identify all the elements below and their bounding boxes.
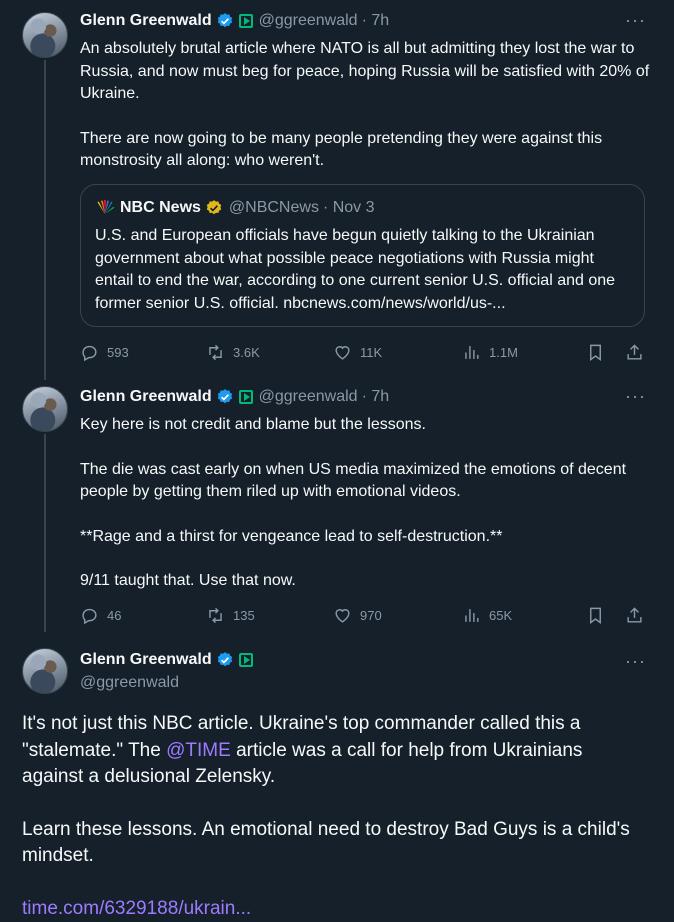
reply-count: 593 (107, 345, 129, 360)
views-count: 65K (489, 608, 512, 623)
like-button[interactable]: 970 (333, 606, 382, 625)
tweet-paragraph: It's not just this NBC article. Ukraine'… (22, 711, 647, 791)
views-icon (462, 343, 481, 362)
mention-link[interactable]: @TIME (166, 740, 231, 761)
views-button[interactable]: 1.1M (462, 343, 518, 362)
avatar[interactable] (22, 386, 68, 432)
heart-icon (333, 606, 352, 625)
like-count: 970 (360, 608, 382, 623)
subscription-icon (239, 14, 253, 28)
reply-icon (80, 606, 99, 625)
author-handle[interactable]: @ggreenwald (80, 674, 179, 692)
tweet-text: Key here is not credit and blame but the… (80, 414, 650, 593)
repost-button[interactable]: 135 (206, 606, 255, 625)
quote-text: U.S. and European officials have begun q… (95, 225, 625, 315)
subscription-icon (239, 653, 253, 667)
tweet-paragraph: The die was cast early on when US media … (80, 459, 650, 504)
author-handle[interactable]: @ggreenwald (259, 388, 358, 406)
tweet-header: Glenn Greenwald @ggreenwald · 7h (80, 388, 389, 406)
tweet-paragraph: Learn these lessons. An emotional need t… (22, 817, 647, 870)
timestamp[interactable]: · 7h (362, 388, 390, 406)
bookmark-icon (586, 606, 605, 625)
quote-header: NBC News @NBCNews · Nov 3 (95, 199, 375, 217)
reply-button[interactable]: 46 (80, 606, 121, 625)
thread-line (44, 434, 46, 632)
quoted-tweet[interactable]: NBC News @NBCNews · Nov 3 U.S. and Europ… (80, 184, 645, 327)
like-button[interactable]: 11K (333, 343, 382, 362)
avatar[interactable] (22, 648, 68, 694)
reply-icon (80, 343, 99, 362)
action-bar: 593 3.6K 11K 1.1M (80, 340, 645, 364)
tweet-paragraph: There are now going to be many people pr… (80, 128, 650, 173)
verified-badge-icon (216, 12, 234, 30)
more-options-icon[interactable]: ··· (625, 651, 646, 672)
share-icon (625, 606, 644, 625)
tweet-paragraph: 9/11 taught that. Use that now. (80, 570, 650, 593)
author-name[interactable]: Glenn Greenwald (80, 12, 212, 30)
verified-badge-icon (216, 651, 234, 669)
bookmark-button[interactable] (586, 606, 605, 625)
bookmark-button[interactable] (586, 343, 605, 362)
repost-count: 135 (233, 608, 255, 623)
share-button[interactable] (625, 343, 644, 362)
nbc-peacock-icon (95, 200, 115, 216)
more-options-icon[interactable]: ··· (625, 10, 646, 31)
tweet-header: Glenn Greenwald (80, 651, 253, 669)
tweet-paragraph: An absolutely brutal article where NATO … (80, 38, 650, 106)
tweet-text: An absolutely brutal article where NATO … (80, 38, 650, 173)
share-button[interactable] (625, 606, 644, 625)
author-name[interactable]: Glenn Greenwald (80, 388, 212, 406)
repost-icon (206, 606, 225, 625)
heart-icon (333, 343, 352, 362)
action-bar: 46 135 970 65K (80, 603, 645, 627)
author-handle[interactable]: @ggreenwald (259, 12, 358, 30)
bookmark-icon (586, 343, 605, 362)
views-button[interactable]: 65K (462, 606, 512, 625)
tweet-paragraph: Key here is not credit and blame but the… (80, 414, 650, 437)
views-icon (462, 606, 481, 625)
repost-count: 3.6K (233, 345, 260, 360)
subscription-icon (239, 390, 253, 404)
tweet-header: Glenn Greenwald @ggreenwald · 7h (80, 12, 389, 30)
tweet-paragraph: **Rage and a thirst for vengeance lead t… (80, 526, 650, 549)
share-icon (625, 343, 644, 362)
quote-timestamp: · Nov 3 (323, 199, 375, 217)
tweet-text: It's not just this NBC article. Ukraine'… (22, 711, 647, 922)
repost-icon (206, 343, 225, 362)
reply-count: 46 (107, 608, 121, 623)
like-count: 11K (360, 345, 382, 360)
avatar[interactable] (22, 12, 68, 58)
views-count: 1.1M (489, 345, 518, 360)
more-options-icon[interactable]: ··· (625, 386, 646, 407)
timestamp[interactable]: · 7h (362, 12, 390, 30)
thread-line (44, 60, 46, 380)
repost-button[interactable]: 3.6K (206, 343, 260, 362)
article-link[interactable]: time.com/6329188/ukrain... (22, 896, 647, 922)
author-name[interactable]: Glenn Greenwald (80, 651, 212, 669)
reply-button[interactable]: 593 (80, 343, 129, 362)
verified-badge-icon (216, 388, 234, 406)
quote-author-name: NBC News (120, 199, 201, 217)
gold-verified-badge-icon (205, 199, 223, 217)
quote-author-handle: @NBCNews (229, 199, 319, 217)
